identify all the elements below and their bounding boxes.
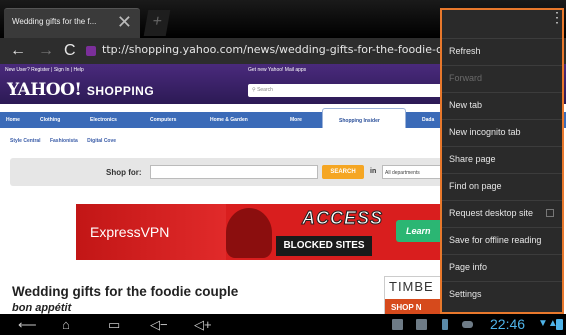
menu-item-new-incognito-tab[interactable]: New incognito tab bbox=[442, 119, 562, 146]
nav-more[interactable]: More bbox=[290, 117, 302, 123]
nav-home-garden[interactable]: Home & Garden bbox=[210, 117, 248, 123]
menu-item-new-tab[interactable]: New tab bbox=[442, 92, 562, 119]
forward-arrow-icon[interactable]: → bbox=[38, 41, 54, 61]
url-field[interactable]: ttp://shopping.yahoo.com/news/wedding-gi… bbox=[102, 43, 442, 56]
menu-item-label: Settings bbox=[449, 289, 482, 299]
side-ad[interactable]: TIMBE SHOP N bbox=[384, 276, 445, 314]
wifi-signal-icon: ▼▲ bbox=[538, 318, 558, 329]
menu-item-label: Request desktop site bbox=[449, 208, 534, 218]
notification-icon[interactable] bbox=[416, 319, 427, 330]
nav-active-label: Shopping Insider bbox=[339, 118, 380, 124]
back-arrow-icon[interactable]: ← bbox=[10, 41, 26, 61]
subnav-style-central[interactable]: Style Central bbox=[10, 138, 41, 144]
new-tab-button[interactable]: + bbox=[143, 10, 171, 36]
menu-item-request-desktop-site[interactable]: Request desktop site bbox=[442, 200, 562, 227]
article-headline: Wedding gifts for the foodie couple bbox=[12, 284, 239, 299]
ad-access-text: ACCESS bbox=[301, 208, 384, 229]
side-ad-title: TIMBE bbox=[389, 279, 434, 294]
system-nav-bar: ⟵ ⌂ ▭ ◁− ◁+ 22:46 ▼▲ bbox=[0, 314, 566, 335]
usb-icon bbox=[442, 319, 448, 330]
menu-item-label: Share page bbox=[449, 154, 496, 164]
article-subhead: bon appétit bbox=[12, 302, 72, 314]
in-label: in bbox=[370, 168, 377, 175]
subnav-fashionista[interactable]: Fashionista bbox=[50, 138, 78, 144]
menu-item-label: Forward bbox=[449, 73, 483, 83]
nav-shopping-insider[interactable]: Shopping Insider bbox=[322, 108, 406, 128]
browser-tab[interactable]: Wedding gifts for the f... ✕ bbox=[4, 8, 140, 38]
menu-header: ⋮ bbox=[442, 10, 564, 38]
menu-item-label: Refresh bbox=[449, 46, 481, 56]
close-tab-icon[interactable]: ✕ bbox=[117, 11, 132, 33]
overflow-menu-icon[interactable]: ⋮ bbox=[550, 10, 564, 24]
recent-apps-icon[interactable]: ▭ bbox=[108, 316, 120, 333]
home-icon[interactable]: ⌂ bbox=[62, 316, 70, 333]
back-icon[interactable]: ⟵ bbox=[18, 316, 37, 333]
logo-sub: SHOPPING bbox=[86, 84, 155, 98]
menu-item-share-page[interactable]: Share page bbox=[442, 146, 562, 173]
nav-computers[interactable]: Computers bbox=[150, 117, 176, 123]
site-favicon-icon bbox=[86, 46, 96, 56]
volume-up-icon[interactable]: ◁+ bbox=[194, 316, 212, 333]
search-placeholder: Search bbox=[257, 87, 273, 93]
overflow-menu: ⋮ Refresh Forward New tab New incognito … bbox=[440, 8, 564, 314]
desktop-site-checkbox[interactable] bbox=[546, 209, 554, 217]
volume-down-icon[interactable]: ◁− bbox=[150, 316, 168, 333]
menu-item-label: Page info bbox=[449, 262, 488, 272]
subnav-digital-cove[interactable]: Digital Cove bbox=[87, 138, 116, 144]
menu-item-label: New tab bbox=[449, 100, 483, 110]
vpn-banner-ad[interactable]: ExpressVPN ACCESS BLOCKED SITES Learn bbox=[76, 204, 450, 260]
menu-item-save-offline[interactable]: Save for offline reading bbox=[442, 227, 562, 254]
clock: 22:46 bbox=[490, 316, 526, 332]
site-search-input[interactable]: ⚲ Search bbox=[248, 84, 448, 97]
side-ad-shop: SHOP N bbox=[385, 299, 445, 314]
menu-item-refresh[interactable]: Refresh bbox=[442, 38, 562, 65]
shop-search-button[interactable]: SEARCH bbox=[322, 165, 364, 179]
ad-figure-image bbox=[226, 208, 272, 258]
nav-extra[interactable]: Dada bbox=[422, 117, 434, 123]
shop-search-input[interactable] bbox=[150, 165, 318, 179]
logo-main: YAHOO! bbox=[7, 80, 82, 100]
keyboard-icon bbox=[462, 321, 473, 328]
menu-item-forward[interactable]: Forward bbox=[442, 65, 562, 92]
shop-for-label: Shop for: bbox=[106, 168, 142, 177]
ad-brand: ExpressVPN bbox=[90, 224, 170, 240]
tab-title: Wedding gifts for the f... bbox=[12, 17, 97, 26]
mail-app-link[interactable]: Get new Yahoo! Mail apps bbox=[248, 67, 306, 73]
reload-icon[interactable]: C bbox=[64, 41, 76, 61]
nav-home[interactable]: Home bbox=[6, 117, 20, 123]
menu-item-find-on-page[interactable]: Find on page bbox=[442, 173, 562, 200]
ad-blocked-text: BLOCKED SITES bbox=[276, 236, 372, 256]
menu-item-label: Find on page bbox=[449, 181, 502, 191]
nav-electronics[interactable]: Electronics bbox=[90, 117, 117, 123]
nav-clothing[interactable]: Clothing bbox=[40, 117, 60, 123]
shop-search-bar: Shop for: SEARCH in All departments bbox=[10, 158, 460, 186]
menu-item-settings[interactable]: Settings bbox=[442, 281, 562, 308]
battery-icon bbox=[556, 319, 563, 330]
menu-item-label: Save for offline reading bbox=[449, 235, 542, 245]
menu-item-page-info[interactable]: Page info bbox=[442, 254, 562, 281]
account-links[interactable]: New User? Register | Sign In | Help bbox=[5, 67, 84, 73]
sub-nav: Style Central Fashionista Digital Cove bbox=[10, 138, 124, 144]
notification-icon[interactable] bbox=[392, 319, 403, 330]
menu-item-label: New incognito tab bbox=[449, 127, 521, 137]
yahoo-shopping-logo[interactable]: YAHOO! SHOPPING bbox=[7, 80, 154, 100]
